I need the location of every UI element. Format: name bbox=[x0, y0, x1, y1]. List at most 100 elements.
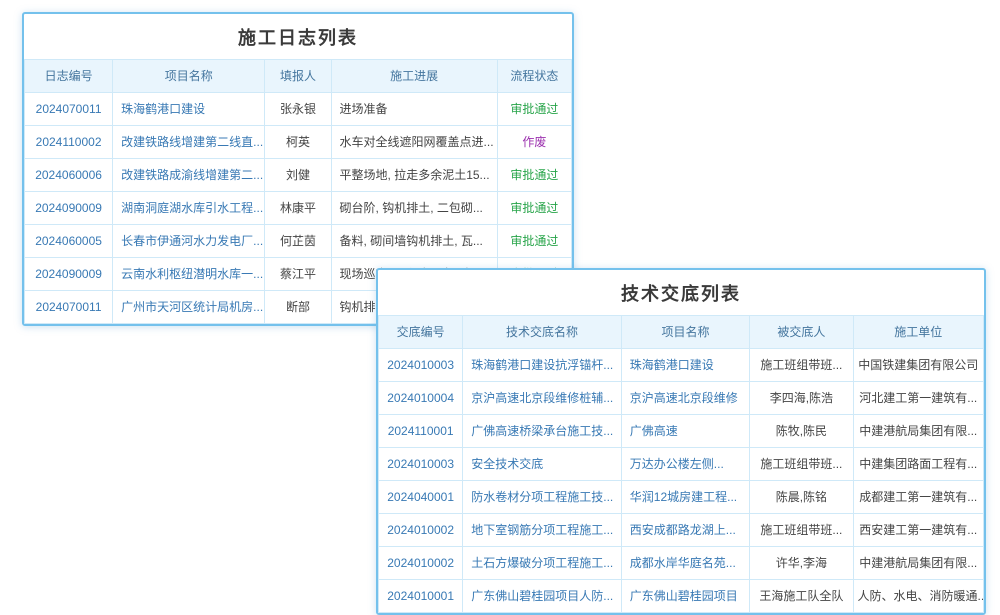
disclosure-row: 2024010001 广东佛山碧桂园项目人防... 广东佛山碧桂园项目 王海施工… bbox=[379, 580, 984, 613]
disclosure-name-link[interactable]: 地下室钢筋分项工程施工... bbox=[463, 514, 622, 547]
log-status-cell: 审批通过 bbox=[497, 225, 571, 258]
log-progress-cell: 水车对全线遮阳网覆盖点进... bbox=[331, 126, 497, 159]
disclosure-receiver-cell: 陈晨,陈铭 bbox=[750, 481, 853, 514]
log-reporter-cell: 何芷茵 bbox=[265, 225, 331, 258]
tech-disclosure-title: 技术交底列表 bbox=[378, 270, 984, 315]
disclosure-name-link[interactable]: 土石方爆破分项工程施工... bbox=[463, 547, 622, 580]
disclosure-project-link[interactable]: 西安成都路龙湖上... bbox=[621, 514, 749, 547]
col-header-disclosure-id: 交底编号 bbox=[379, 316, 463, 349]
disclosure-id-link[interactable]: 2024110001 bbox=[379, 415, 463, 448]
disclosure-project-link[interactable]: 京沪高速北京段维修 bbox=[621, 382, 749, 415]
disclosure-row: 2024110001 广佛高速桥梁承台施工技... 广佛高速 陈牧,陈民 中建港… bbox=[379, 415, 984, 448]
disclosure-header-row: 交底编号 技术交底名称 项目名称 被交底人 施工单位 bbox=[379, 316, 984, 349]
log-id-link[interactable]: 2024090009 bbox=[25, 192, 113, 225]
disclosure-unit-cell: 河北建工第一建筑有... bbox=[853, 382, 983, 415]
disclosure-id-link[interactable]: 2024010002 bbox=[379, 514, 463, 547]
disclosure-receiver-cell: 施工班组带班... bbox=[750, 349, 853, 382]
log-project-link[interactable]: 改建铁路成渝线增建第二... bbox=[113, 159, 265, 192]
disclosure-project-link[interactable]: 广佛高速 bbox=[621, 415, 749, 448]
disclosure-id-link[interactable]: 2024010002 bbox=[379, 547, 463, 580]
disclosure-unit-cell: 成都建工第一建筑有... bbox=[853, 481, 983, 514]
disclosure-name-link[interactable]: 广佛高速桥梁承台施工技... bbox=[463, 415, 622, 448]
col-header-disclosure-receiver: 被交底人 bbox=[750, 316, 853, 349]
status-badge: 审批通过 bbox=[510, 168, 558, 182]
log-row: 2024060006 改建铁路成渝线增建第二... 刘健 平整场地, 拉走多余泥… bbox=[25, 159, 572, 192]
disclosure-id-link[interactable]: 2024010003 bbox=[379, 349, 463, 382]
log-id-link[interactable]: 2024060005 bbox=[25, 225, 113, 258]
disclosure-row: 2024010003 珠海鹤港口建设抗浮锚杆... 珠海鹤港口建设 施工班组带班… bbox=[379, 349, 984, 382]
log-reporter-cell: 张永银 bbox=[265, 93, 331, 126]
log-id-link[interactable]: 2024070011 bbox=[25, 291, 113, 324]
log-header-row: 日志编号 项目名称 填报人 施工进展 流程状态 bbox=[25, 60, 572, 93]
disclosure-receiver-cell: 王海施工队全队 bbox=[750, 580, 853, 613]
col-header-log-progress: 施工进展 bbox=[331, 60, 497, 93]
log-row: 2024070011 珠海鹤港口建设 张永银 进场准备 审批通过 bbox=[25, 93, 572, 126]
log-progress-cell: 备料, 砌间墙钩机排土, 瓦... bbox=[331, 225, 497, 258]
log-project-link[interactable]: 湖南洞庭湖水库引水工程... bbox=[113, 192, 265, 225]
disclosure-project-link[interactable]: 广东佛山碧桂园项目 bbox=[621, 580, 749, 613]
disclosure-project-link[interactable]: 华润12城房建工程... bbox=[621, 481, 749, 514]
status-badge: 审批通过 bbox=[510, 234, 558, 248]
disclosure-row: 2024040001 防水卷材分项工程施工技... 华润12城房建工程... 陈… bbox=[379, 481, 984, 514]
disclosure-name-link[interactable]: 京沪高速北京段维修桩辅... bbox=[463, 382, 622, 415]
status-badge: 审批通过 bbox=[510, 201, 558, 215]
disclosure-unit-cell: 中建港航局集团有限... bbox=[853, 415, 983, 448]
col-header-log-reporter: 填报人 bbox=[265, 60, 331, 93]
log-status-cell: 审批通过 bbox=[497, 192, 571, 225]
log-status-cell: 作废 bbox=[497, 126, 571, 159]
disclosure-name-link[interactable]: 安全技术交底 bbox=[463, 448, 622, 481]
log-reporter-cell: 刘健 bbox=[265, 159, 331, 192]
disclosure-unit-cell: 人防、水电、消防暖通... bbox=[853, 580, 983, 613]
disclosure-id-link[interactable]: 2024010004 bbox=[379, 382, 463, 415]
disclosure-id-link[interactable]: 2024040001 bbox=[379, 481, 463, 514]
log-progress-cell: 平整场地, 拉走多余泥土15... bbox=[331, 159, 497, 192]
log-progress-cell: 进场准备 bbox=[331, 93, 497, 126]
disclosure-receiver-cell: 李四海,陈浩 bbox=[750, 382, 853, 415]
disclosure-project-link[interactable]: 成都水岸华庭名苑... bbox=[621, 547, 749, 580]
disclosure-row: 2024010004 京沪高速北京段维修桩辅... 京沪高速北京段维修 李四海,… bbox=[379, 382, 984, 415]
disclosure-project-link[interactable]: 万达办公楼左侧... bbox=[621, 448, 749, 481]
log-status-cell: 审批通过 bbox=[497, 93, 571, 126]
disclosure-receiver-cell: 施工班组带班... bbox=[750, 514, 853, 547]
col-header-disclosure-unit: 施工单位 bbox=[853, 316, 983, 349]
log-row: 2024060005 长春市伊通河水力发电厂... 何芷茵 备料, 砌间墙钩机排… bbox=[25, 225, 572, 258]
log-status-cell: 审批通过 bbox=[497, 159, 571, 192]
disclosure-row: 2024010002 土石方爆破分项工程施工... 成都水岸华庭名苑... 许华… bbox=[379, 547, 984, 580]
disclosure-name-link[interactable]: 防水卷材分项工程施工技... bbox=[463, 481, 622, 514]
tech-disclosure-panel: 技术交底列表 交底编号 技术交底名称 项目名称 被交底人 施工单位 202401… bbox=[376, 268, 986, 615]
disclosure-receiver-cell: 陈牧,陈民 bbox=[750, 415, 853, 448]
disclosure-receiver-cell: 施工班组带班... bbox=[750, 448, 853, 481]
col-header-disclosure-name: 技术交底名称 bbox=[463, 316, 622, 349]
disclosure-id-link[interactable]: 2024010001 bbox=[379, 580, 463, 613]
disclosure-row: 2024010002 地下室钢筋分项工程施工... 西安成都路龙湖上... 施工… bbox=[379, 514, 984, 547]
log-reporter-cell: 柯英 bbox=[265, 126, 331, 159]
log-row: 2024110002 改建铁路线增建第二线直... 柯英 水车对全线遮阳网覆盖点… bbox=[25, 126, 572, 159]
status-badge: 作废 bbox=[522, 135, 546, 149]
log-project-link[interactable]: 云南水利枢纽潜明水库一... bbox=[113, 258, 265, 291]
log-id-link[interactable]: 2024060006 bbox=[25, 159, 113, 192]
status-badge: 审批通过 bbox=[510, 102, 558, 116]
col-header-log-project: 项目名称 bbox=[113, 60, 265, 93]
log-reporter-cell: 林康平 bbox=[265, 192, 331, 225]
log-id-link[interactable]: 2024110002 bbox=[25, 126, 113, 159]
log-project-link[interactable]: 广州市天河区统计局机房... bbox=[113, 291, 265, 324]
log-project-link[interactable]: 改建铁路线增建第二线直... bbox=[113, 126, 265, 159]
disclosure-id-link[interactable]: 2024010003 bbox=[379, 448, 463, 481]
log-row: 2024090009 湖南洞庭湖水库引水工程... 林康平 砌台阶, 钩机排土,… bbox=[25, 192, 572, 225]
log-id-link[interactable]: 2024070011 bbox=[25, 93, 113, 126]
disclosure-unit-cell: 中国铁建集团有限公司 bbox=[853, 349, 983, 382]
disclosure-unit-cell: 中建集团路面工程有... bbox=[853, 448, 983, 481]
log-project-link[interactable]: 珠海鹤港口建设 bbox=[113, 93, 265, 126]
log-reporter-cell: 蔡江平 bbox=[265, 258, 331, 291]
disclosure-receiver-cell: 许华,李海 bbox=[750, 547, 853, 580]
construction-log-title: 施工日志列表 bbox=[24, 14, 572, 59]
disclosure-name-link[interactable]: 广东佛山碧桂园项目人防... bbox=[463, 580, 622, 613]
disclosure-project-link[interactable]: 珠海鹤港口建设 bbox=[621, 349, 749, 382]
log-progress-cell: 砌台阶, 钩机排土, 二包砌... bbox=[331, 192, 497, 225]
disclosure-row: 2024010003 安全技术交底 万达办公楼左侧... 施工班组带班... 中… bbox=[379, 448, 984, 481]
log-project-link[interactable]: 长春市伊通河水力发电厂... bbox=[113, 225, 265, 258]
disclosure-name-link[interactable]: 珠海鹤港口建设抗浮锚杆... bbox=[463, 349, 622, 382]
disclosure-unit-cell: 中建港航局集团有限... bbox=[853, 547, 983, 580]
col-header-disclosure-project: 项目名称 bbox=[621, 316, 749, 349]
log-id-link[interactable]: 2024090009 bbox=[25, 258, 113, 291]
